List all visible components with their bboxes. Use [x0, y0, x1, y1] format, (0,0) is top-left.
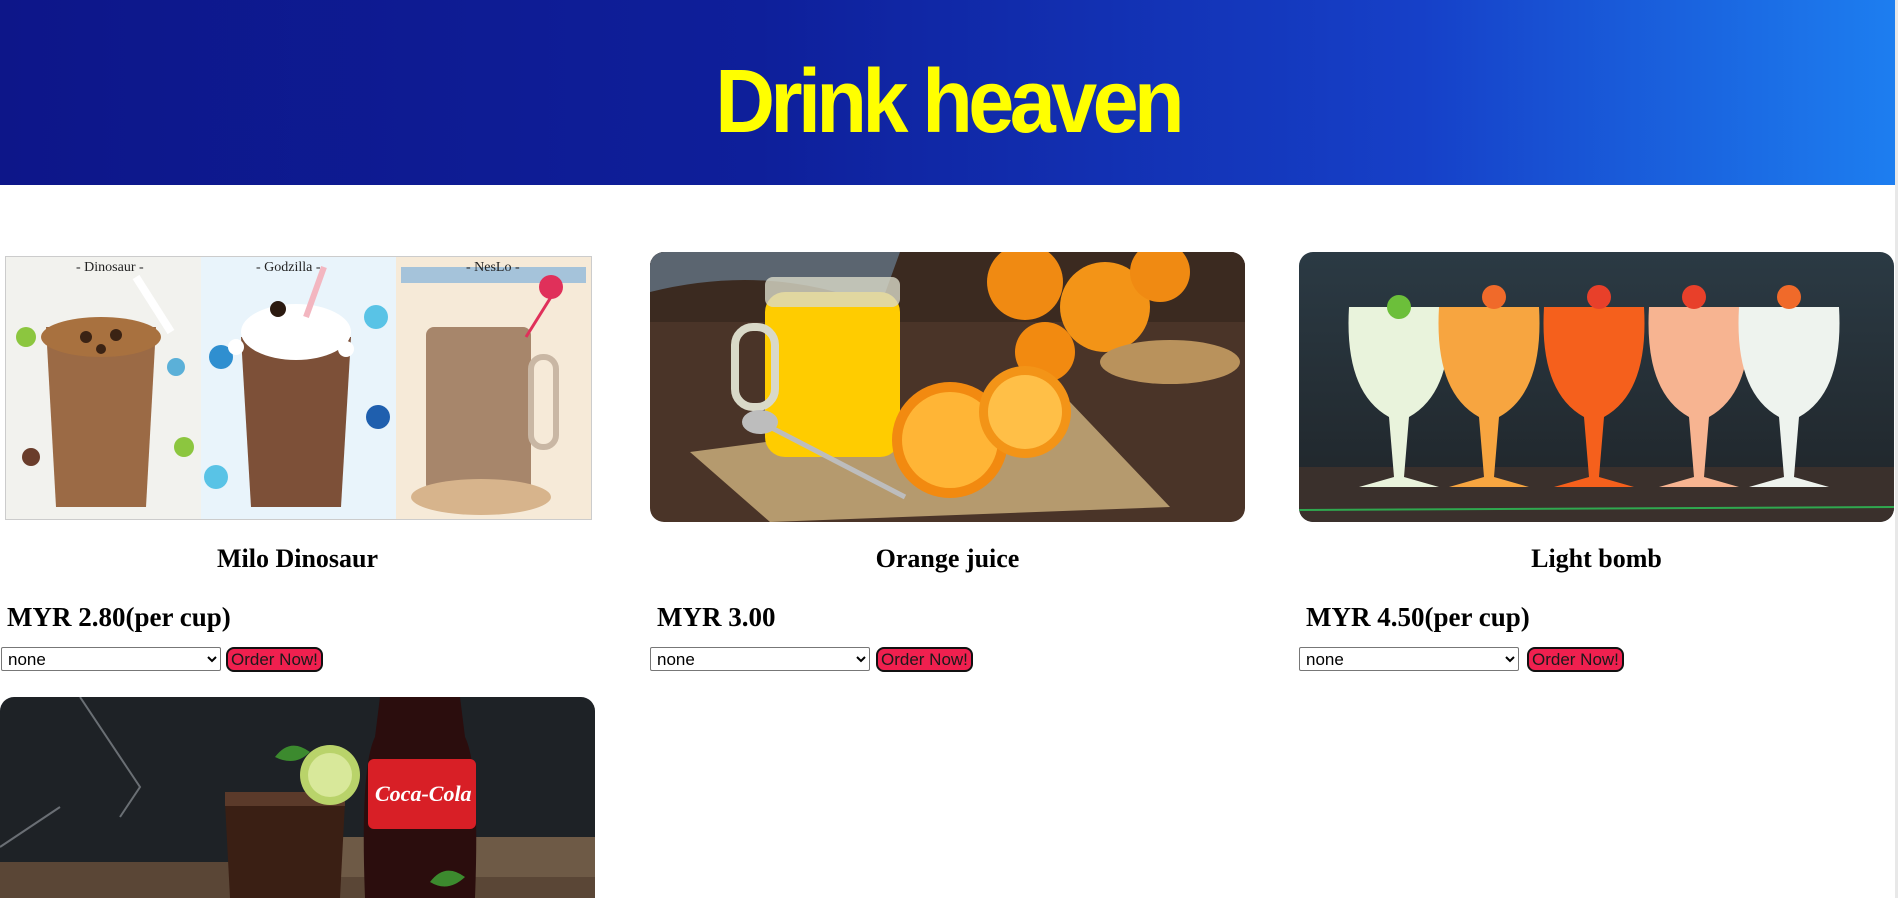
product-image-cola: Coca-Cola — [0, 697, 595, 898]
product-image-light-bomb — [1299, 252, 1894, 522]
product-name: Milo Dinosaur — [216, 544, 379, 573]
product-name: Orange juice — [875, 544, 1020, 573]
product-card-orange-juice: Orange juice MYR 3.00 none Order Now! — [650, 252, 1250, 672]
quantity-select[interactable]: none — [650, 647, 870, 671]
product-price: MYR 4.50(per cup) — [1306, 602, 1530, 632]
product-card-cola: Coca-Cola — [0, 697, 600, 898]
product-image-milo-dinosaur: - Dinosaur - - Godzilla - - NesLo - — [5, 256, 592, 520]
product-name: Light bomb — [1531, 544, 1662, 573]
caption-neslo: - NesLo - — [466, 260, 520, 275]
quantity-select[interactable]: none — [1, 647, 221, 671]
product-card-milo-dinosaur: - Dinosaur - - Godzilla - - NesLo - Milo… — [0, 252, 600, 672]
product-image-orange-juice — [650, 252, 1245, 522]
order-now-button[interactable]: Order Now! — [226, 647, 323, 672]
quantity-select[interactable]: none — [1299, 647, 1519, 671]
product-price: MYR 2.80(per cup) — [7, 602, 231, 632]
caption-dinosaur: - Dinosaur - — [76, 260, 144, 275]
caption-godzilla: - Godzilla - — [256, 260, 321, 275]
product-card-light-bomb: Light bomb MYR 4.50(per cup) none Order … — [1299, 252, 1898, 672]
order-now-button[interactable]: Order Now! — [876, 647, 973, 672]
cola-brand-text: Coca-Cola — [375, 781, 472, 806]
site-title: Drink heaven — [715, 52, 1184, 152]
header-banner: Drink heaven — [0, 0, 1895, 185]
order-now-button[interactable]: Order Now! — [1527, 647, 1624, 672]
product-price: MYR 3.00 — [657, 602, 776, 632]
